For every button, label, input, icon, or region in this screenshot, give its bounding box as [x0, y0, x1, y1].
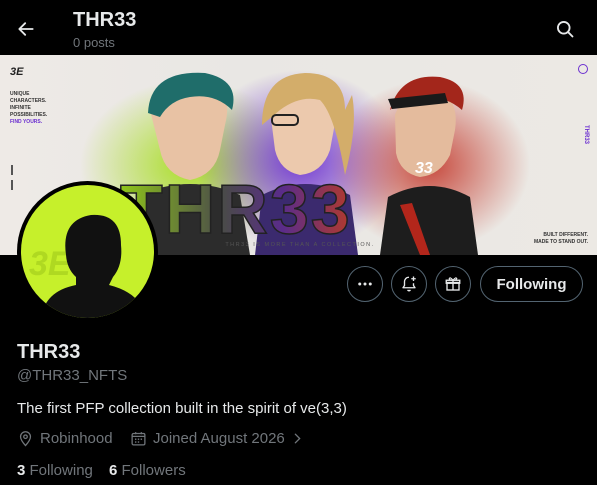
location: Robinhood [17, 430, 113, 447]
avatar-image: 3E [21, 185, 154, 318]
joined-date[interactable]: Joined August 2026 [130, 430, 304, 447]
chevron-right-icon [294, 433, 301, 444]
avatar[interactable]: 3E [17, 181, 158, 322]
following-count: 3 [17, 462, 26, 479]
globe-icon [578, 64, 588, 74]
banner-badge-number: 33 [415, 160, 433, 177]
profile-handle: @THR33_NFTS [17, 367, 128, 384]
following-button[interactable]: Following [480, 266, 583, 302]
calendar-icon [131, 432, 146, 446]
back-button[interactable] [9, 12, 43, 46]
banner-tagline-2: CHARACTERS. [10, 98, 47, 104]
gift-button[interactable] [435, 266, 471, 302]
more-icon [358, 282, 372, 286]
banner-right-note-1: BUILT DIFFERENT. [543, 232, 588, 238]
banner-tagline-5: FIND YOURS. [10, 119, 43, 125]
banner-caption: THR33 IS MORE THAN A COLLECTION. [225, 242, 374, 248]
following-stat-label: Following [29, 462, 93, 479]
banner-right-note-2: MADE TO STAND OUT. [534, 239, 589, 245]
joined-text: Joined August 2026 [153, 430, 285, 447]
search-icon [557, 21, 574, 38]
search-button[interactable] [548, 12, 582, 46]
gift-icon [445, 277, 461, 291]
followers-stat-label: Followers [121, 462, 186, 479]
notify-button[interactable] [391, 266, 427, 302]
followers-count: 6 [109, 462, 118, 479]
banner-logo: 3E [10, 66, 24, 78]
following-stat[interactable]: 3 Following [17, 462, 93, 479]
profile-bio: The first PFP collection built in the sp… [17, 400, 347, 417]
banner-tagline-4: POSSIBILITIES. [10, 112, 48, 118]
location-text: Robinhood [40, 430, 113, 447]
location-pin-icon [19, 431, 32, 447]
avatar-watermark: 3E [29, 245, 72, 283]
profile-name: THR33 [17, 341, 81, 363]
arrow-left-icon [18, 22, 34, 36]
page-title: THR33 [73, 9, 137, 31]
banner-tagline-1: UNIQUE [10, 91, 30, 97]
posts-count: 0 posts [73, 35, 115, 50]
more-button[interactable] [347, 266, 383, 302]
followers-stat[interactable]: 6 Followers [109, 462, 186, 479]
bell-plus-icon [402, 276, 416, 292]
banner-side-text: THR33 [583, 125, 589, 145]
top-bar: THR33 0 posts [0, 0, 597, 55]
banner-tagline-3: INFINITE [10, 105, 31, 111]
